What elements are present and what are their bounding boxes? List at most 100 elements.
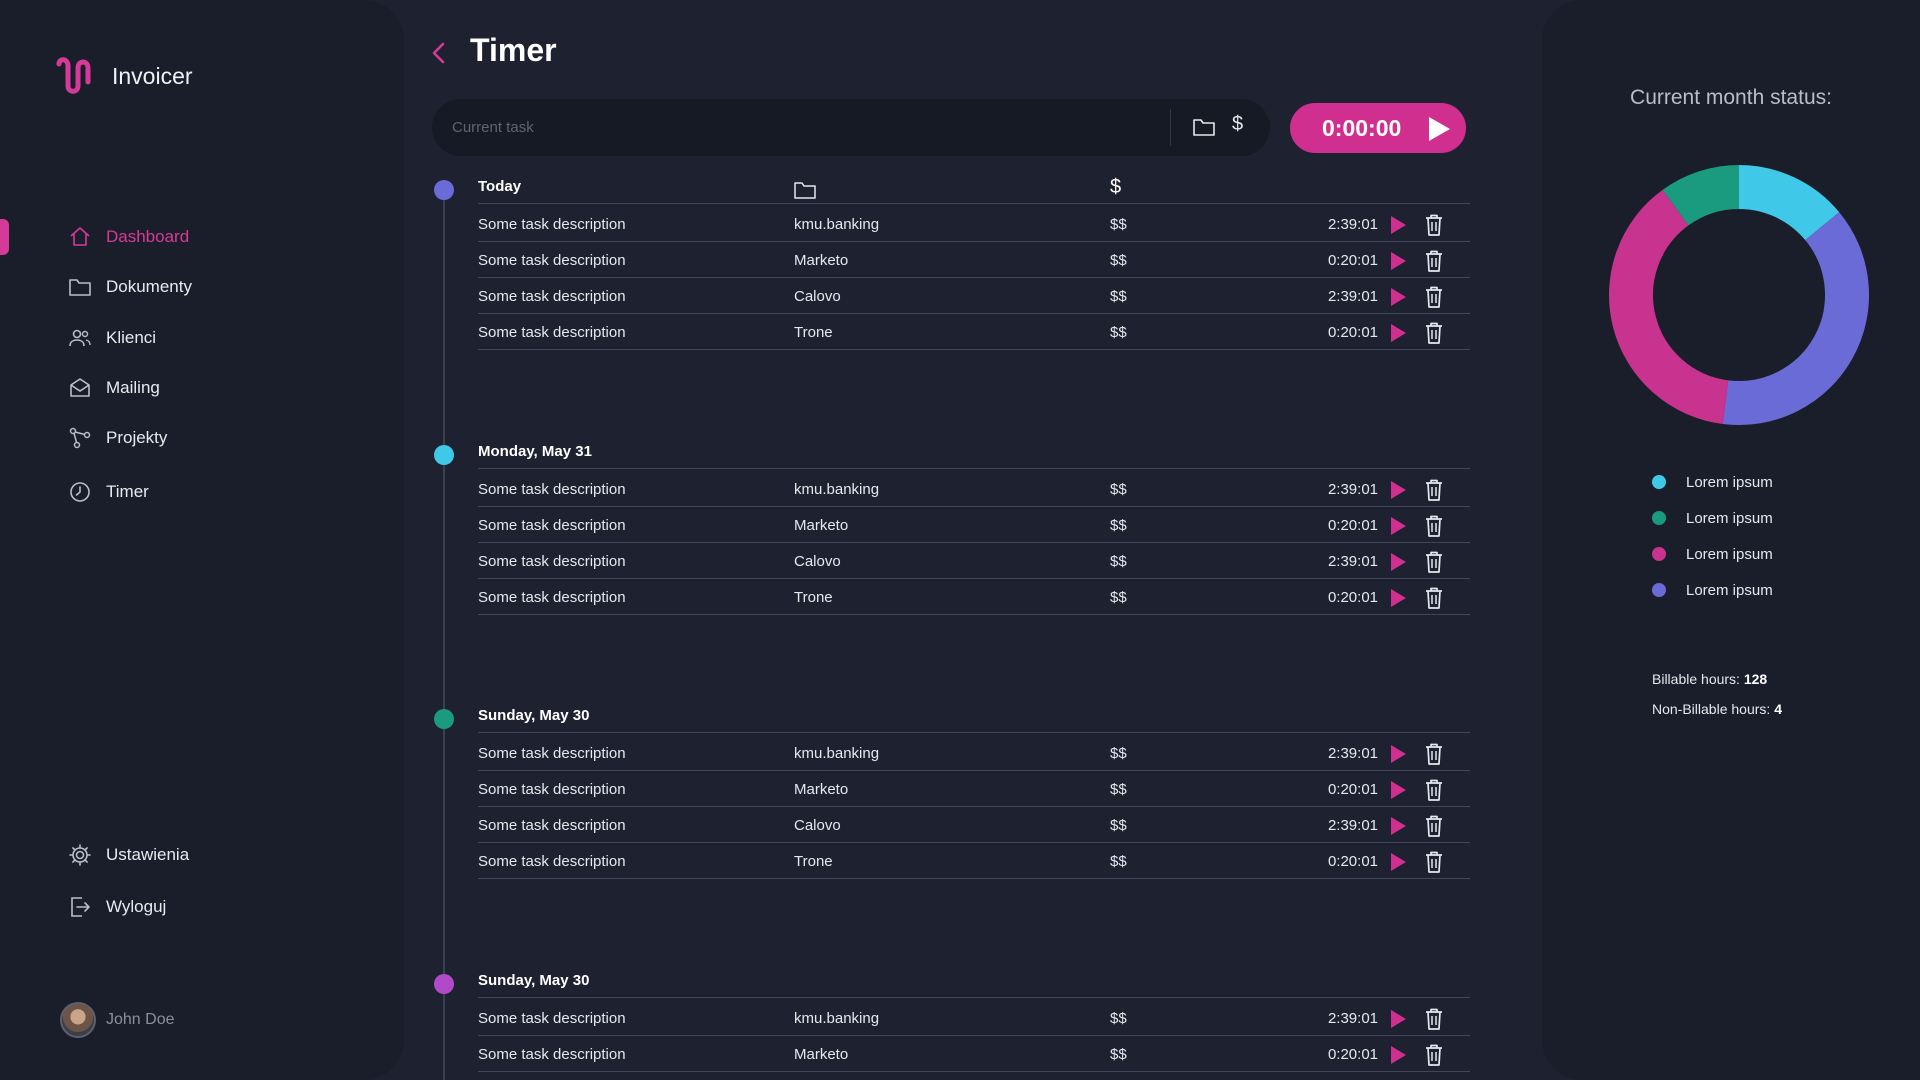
task-project: Calovo: [794, 288, 841, 305]
back-arrow-icon[interactable]: [428, 38, 450, 68]
task-project: kmu.banking: [794, 481, 880, 498]
users-icon: [68, 326, 92, 350]
play-icon[interactable]: [1388, 286, 1408, 308]
avatar: [60, 1002, 96, 1038]
current-task-input[interactable]: [452, 99, 1152, 156]
sidebar-item-timer[interactable]: Timer: [0, 467, 404, 517]
user-name: John Doe: [106, 1011, 175, 1028]
brand[interactable]: Invoicer: [54, 56, 193, 96]
folder-icon[interactable]: [1192, 116, 1216, 138]
group-title: Sunday, May 30: [478, 972, 590, 989]
trash-icon[interactable]: [1423, 850, 1445, 874]
task-billable: $$: [1110, 745, 1127, 762]
task-duration: 2:39:01: [1327, 553, 1378, 570]
play-icon[interactable]: [1388, 1008, 1408, 1030]
task-project: kmu.banking: [794, 745, 880, 762]
table-row: Some task description Marketo $$ 0:20:01: [478, 507, 1470, 543]
table-row: Some task description Calovo $$ 2:39:01: [478, 278, 1470, 314]
non-billable-hours: Non-Billable hours: 4: [1652, 694, 1782, 724]
trash-icon[interactable]: [1423, 249, 1445, 273]
legend-label: Lorem ipsum: [1686, 509, 1773, 527]
sidebar-item-klienci[interactable]: Klienci: [0, 313, 404, 363]
task-project: Trone: [794, 853, 833, 870]
trash-icon[interactable]: [1423, 285, 1445, 309]
task-billable: $$: [1110, 817, 1127, 834]
start-timer-button[interactable]: 0:00:00: [1290, 103, 1466, 153]
task-description: Some task description: [478, 553, 626, 570]
trash-icon[interactable]: [1423, 1007, 1445, 1031]
task-project: Marketo: [794, 517, 849, 534]
legend-swatch: [1652, 547, 1666, 561]
task-duration: 0:20:01: [1327, 589, 1378, 606]
trash-icon[interactable]: [1423, 814, 1445, 838]
donut-segment: [1738, 165, 1840, 241]
play-icon[interactable]: [1388, 779, 1408, 801]
task-billable: $$: [1110, 589, 1127, 606]
trash-icon[interactable]: [1423, 213, 1445, 237]
non-billable-hours-label: Non-Billable hours:: [1652, 701, 1771, 717]
trash-icon[interactable]: [1423, 742, 1445, 766]
group-header: Sunday, May 30: [478, 970, 1470, 998]
legend-swatch: [1652, 511, 1666, 525]
sidebar-item-ustawienia[interactable]: Ustawienia: [0, 830, 404, 880]
play-icon[interactable]: [1388, 479, 1408, 501]
play-icon[interactable]: [1388, 515, 1408, 537]
play-icon[interactable]: [1388, 1044, 1408, 1066]
sidebar-item-label: Wyloguj: [106, 897, 167, 916]
active-indicator: [0, 219, 9, 255]
sidebar-item-projekty[interactable]: Projekty: [0, 413, 404, 463]
play-icon[interactable]: [1388, 851, 1408, 873]
sidebar-item-label: Projekty: [106, 428, 168, 447]
logout-icon: [68, 895, 92, 919]
sidebar: Invoicer Dashboard Dokumenty Klienci Mailin…: [0, 0, 404, 1080]
task-description: Some task description: [478, 216, 626, 233]
panel-title: Current month status:: [1630, 86, 1832, 109]
sidebar-item-wyloguj[interactable]: Wyloguj: [0, 882, 404, 932]
dollar-header: $: [1110, 176, 1122, 198]
task-description: Some task description: [478, 481, 626, 498]
group-title: Monday, May 31: [478, 443, 592, 460]
page-title: Timer: [470, 32, 557, 68]
task-project: Trone: [794, 589, 833, 606]
hours-summary: Billable hours: 128 Non-Billable hours: …: [1652, 664, 1782, 724]
trash-icon[interactable]: [1423, 514, 1445, 538]
sidebar-item-dokumenty[interactable]: Dokumenty: [0, 262, 404, 312]
task-billable: $$: [1110, 1046, 1127, 1063]
legend-swatch: [1652, 583, 1666, 597]
play-icon[interactable]: [1388, 743, 1408, 765]
play-icon[interactable]: [1388, 587, 1408, 609]
task-duration: 2:39:01: [1327, 817, 1378, 834]
trash-icon[interactable]: [1423, 478, 1445, 502]
play-icon[interactable]: [1388, 214, 1408, 236]
table-row: Some task description Marketo $$ 0:20:01: [478, 1036, 1470, 1072]
sidebar-item-dashboard[interactable]: Dashboard: [0, 212, 404, 262]
donut-segment: [1722, 212, 1869, 425]
timeline-dot: [434, 709, 454, 729]
sidebar-item-mailing[interactable]: Mailing: [0, 363, 404, 413]
trash-icon[interactable]: [1423, 550, 1445, 574]
sidebar-item-label: Timer: [106, 482, 149, 501]
table-row: Some task description Calovo $$ 2:39:01: [478, 543, 1470, 579]
home-icon: [68, 225, 92, 249]
table-row: Some task description Trone $$ 0:20:01: [478, 579, 1470, 615]
play-icon[interactable]: [1388, 551, 1408, 573]
play-icon[interactable]: [1388, 815, 1408, 837]
trash-icon[interactable]: [1423, 778, 1445, 802]
user-profile[interactable]: John Doe: [60, 1002, 175, 1038]
main-content: Timer $ 0:00:00 Today $ Some task descript…: [404, 0, 1540, 1080]
trash-icon[interactable]: [1423, 321, 1445, 345]
trash-icon[interactable]: [1423, 1043, 1445, 1067]
folder-icon: [794, 182, 816, 199]
task-billable: $$: [1110, 324, 1127, 341]
play-icon[interactable]: [1388, 250, 1408, 272]
billable-hours-value: 128: [1743, 671, 1768, 687]
task-billable: $$: [1110, 288, 1127, 305]
play-icon[interactable]: [1388, 322, 1408, 344]
task-description: Some task description: [478, 324, 626, 341]
task-description: Some task description: [478, 1010, 626, 1027]
billable-toggle[interactable]: $: [1232, 113, 1243, 136]
trash-icon[interactable]: [1423, 586, 1445, 610]
legend-label: Lorem ipsum: [1686, 545, 1773, 563]
table-row: Some task description Trone $$ 0:20:01: [478, 314, 1470, 350]
sidebar-item-label: Klienci: [106, 328, 157, 347]
